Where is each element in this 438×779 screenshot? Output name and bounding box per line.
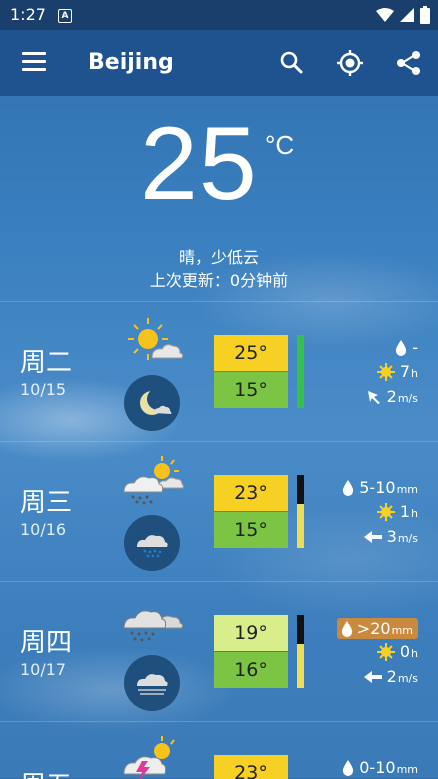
high-temp: 19°	[214, 615, 288, 651]
sunshine-unit: h	[411, 367, 418, 380]
rain-cloud-icon	[124, 515, 180, 571]
sun-rain-cloud-icon	[123, 456, 184, 505]
temperature-unit: °C	[265, 130, 295, 160]
battery-icon	[420, 6, 430, 24]
forecast-row[interactable]: 周三 10/16 23° 15° 5-10mm 1h 3m/s	[0, 441, 438, 582]
day-name: 周二	[20, 348, 73, 378]
wind-unit: m/s	[397, 672, 418, 685]
raindrop-icon	[343, 479, 354, 496]
high-temp: 23°	[214, 475, 288, 511]
fog-cloud-icon	[124, 655, 180, 711]
thunderstorm-icon	[123, 736, 175, 779]
status-time: 1:27	[10, 5, 46, 24]
sunshine: 7h	[376, 362, 418, 381]
wind-value: 2	[386, 667, 397, 686]
raindrop-icon	[341, 620, 352, 637]
sun-bar	[297, 335, 304, 408]
moon-clear-icon	[124, 375, 180, 431]
sun-bar	[297, 475, 304, 548]
wind: 3m/s	[363, 527, 418, 546]
precipitation: -	[395, 338, 418, 357]
sun-icon	[376, 642, 395, 661]
wind-direction-icon	[363, 530, 382, 543]
wifi-icon	[376, 8, 394, 22]
sunshine-value: 1	[399, 502, 411, 521]
precipitation: 5-10mm	[342, 478, 418, 497]
last-updated: 上次更新：0分钟前	[149, 271, 289, 290]
wind-value: 2	[386, 387, 397, 406]
sun-bar	[297, 615, 304, 688]
forecast-row[interactable]: 周二 10/15 25° 15° - 7h 2m/s	[0, 301, 438, 442]
sunshine-unit: h	[411, 647, 418, 660]
precipitation-value: 0-10	[359, 758, 396, 777]
day-name: 周四	[20, 628, 73, 658]
wind-direction-icon	[363, 670, 382, 683]
forecast-row[interactable]: 周四 10/17 19° 16° >20mm 0h 2m/s	[0, 581, 438, 722]
share-icon[interactable]	[395, 49, 423, 77]
signal-icon	[400, 8, 414, 22]
high-temp: 23°	[214, 755, 288, 779]
sunshine: 1h	[376, 502, 418, 521]
raindrop-icon	[343, 759, 354, 776]
precipitation-value: 5-10	[359, 478, 396, 497]
locate-icon[interactable]	[336, 49, 364, 77]
status-bar: 1:27 A	[0, 0, 438, 30]
sunshine-value: 7	[399, 362, 411, 381]
day-date: 10/17	[20, 660, 67, 679]
wind-unit: m/s	[397, 392, 418, 405]
precipitation-value: >20	[356, 619, 391, 638]
precipitation: >20mm	[336, 618, 418, 639]
wind-value: 3	[386, 527, 397, 546]
raindrop-icon	[396, 339, 407, 356]
day-name: 周三	[20, 488, 73, 518]
wind: 2m/s	[366, 387, 418, 406]
low-temp: 16°	[214, 652, 288, 688]
low-temp: 15°	[214, 372, 288, 408]
sunshine-value: 0	[399, 642, 411, 661]
precipitation: 0-10mm	[342, 758, 418, 777]
current-temperature: 25	[140, 106, 258, 222]
wind-unit: m/s	[397, 532, 418, 545]
current-condition: 晴，少低云	[178, 248, 259, 267]
sun-icon	[376, 362, 395, 381]
forecast-row[interactable]: 周五 23° 0-10mm	[0, 721, 438, 779]
precipitation-value: -	[412, 338, 418, 357]
day-name: 周五	[20, 765, 72, 779]
sunshine: 0h	[376, 642, 418, 661]
page-title: Beijing	[88, 50, 174, 75]
wind: 2m/s	[363, 667, 418, 686]
precipitation-unit: mm	[396, 763, 418, 776]
precipitation-unit: mm	[391, 624, 413, 637]
sun-partly-cloudy-icon	[128, 318, 184, 360]
heavy-rain-cloud-icon	[123, 610, 184, 642]
high-temp: 25°	[214, 335, 288, 371]
sunshine-unit: h	[411, 507, 418, 520]
day-date: 10/15	[20, 380, 67, 399]
status-icons	[376, 6, 430, 24]
sun-icon	[376, 502, 395, 521]
precipitation-unit: mm	[396, 483, 418, 496]
search-icon[interactable]	[278, 49, 306, 77]
notification-icon: A	[58, 9, 72, 23]
app-bar: Beijing	[0, 30, 438, 96]
low-temp: 15°	[214, 512, 288, 548]
menu-icon[interactable]	[22, 52, 46, 72]
heavy-rain-badge: >20mm	[336, 618, 418, 639]
wind-direction-icon	[367, 390, 380, 404]
day-date: 10/16	[20, 520, 67, 539]
